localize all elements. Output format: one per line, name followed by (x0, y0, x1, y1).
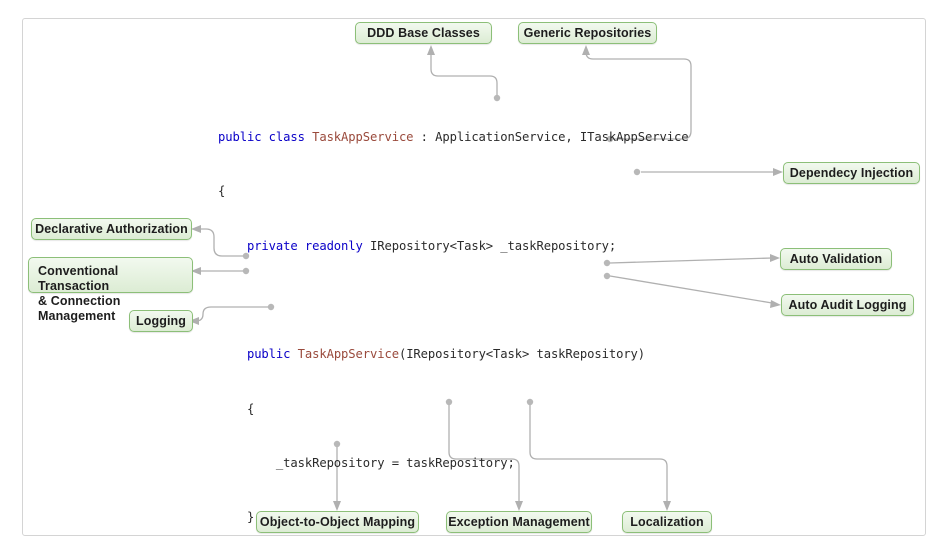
code-line-1: public class TaskAppService : Applicatio… (218, 128, 783, 146)
code-line-6: { (218, 401, 255, 416)
callout-label: Logging (136, 314, 186, 328)
figure-canvas: DDD Base Classes Generic Repositories De… (0, 0, 949, 557)
callout-declarative-authorization[interactable]: Declarative Authorization (31, 218, 192, 240)
callout-auto-validation[interactable]: Auto Validation (780, 248, 892, 270)
code-type-name: TaskAppService (312, 130, 414, 145)
callout-dependecy-injection[interactable]: Dependecy Injection (783, 162, 920, 184)
callout-label: Auto Validation (789, 252, 883, 266)
code-text: IRepository<Task> _taskRepository; (370, 238, 617, 253)
code-line-8: } (218, 510, 255, 525)
callout-label: Generic Repositories (523, 26, 652, 40)
callout-auto-audit-logging[interactable]: Auto Audit Logging (781, 294, 914, 316)
code-text: : ApplicationService, ITaskAppService (413, 130, 689, 145)
code-text: (IRepository<Task> taskRepository) (398, 347, 646, 362)
callout-label-line1: Conventional Transaction (38, 264, 119, 293)
callout-conventional-transaction[interactable]: Conventional Transaction & Connection Ma… (28, 257, 193, 323)
callout-label: Dependecy Injection (789, 166, 914, 180)
code-type-name: TaskAppService (297, 347, 399, 362)
code-line-5: public TaskAppService(IRepository<Task> … (218, 345, 783, 363)
code-line-7: _taskRepository = taskRepository; (218, 455, 515, 470)
code-keyword: public class (218, 130, 313, 145)
code-line-3: private readonly IRepository<Task> _task… (218, 237, 783, 255)
callout-logging[interactable]: Logging (129, 310, 193, 332)
callout-ddd-base-classes[interactable]: DDD Base Classes (355, 22, 492, 44)
callout-label: Auto Audit Logging (788, 298, 907, 312)
code-line-2: { (218, 184, 226, 199)
callout-label: Declarative Authorization (35, 222, 188, 236)
code-keyword: public (246, 347, 298, 362)
code-block: public class TaskAppService : Applicatio… (218, 92, 783, 557)
code-keyword: private readonly (246, 238, 370, 253)
callout-label: DDD Base Classes (367, 26, 480, 40)
callout-generic-repositories[interactable]: Generic Repositories (518, 22, 657, 44)
